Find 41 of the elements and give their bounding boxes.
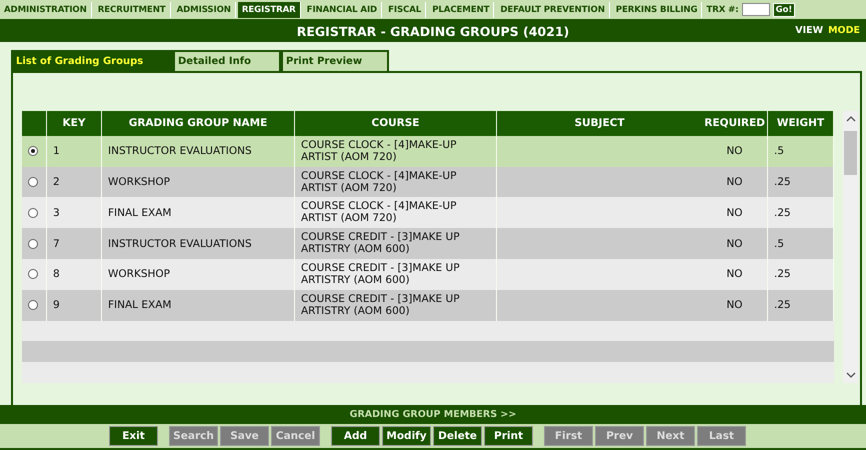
nav-tab[interactable]: ADMISSION: [172, 2, 236, 18]
scroll-up-icon[interactable]: [846, 116, 856, 122]
nav-tab[interactable]: ADMINISTRATION: [0, 2, 92, 18]
radio-button[interactable]: [28, 300, 38, 310]
trx-input[interactable]: [742, 3, 770, 16]
tab[interactable]: Print Preview: [281, 50, 389, 71]
nav-tab[interactable]: DEFAULT PREVENTION: [496, 2, 610, 18]
table-row[interactable]: 9 FINAL EXAM COURSE CREDIT - [3]MAKE UP ARTISTRY (AOM 600) NO .25: [22, 290, 834, 320]
table-row[interactable]: 7 INSTRUCTOR EVALUATIONS COURSE CREDIT - [3]MAKE UP ARTISTRY (AOM 600) NO .5: [22, 228, 834, 259]
action-button[interactable]: Delete: [433, 426, 482, 446]
scrollbar[interactable]: [843, 111, 858, 383]
table-row[interactable]: 1 INSTRUCTOR EVALUATIONS COURSE CLOCK - [4]MAKE-UP ARTIST (AOM 720) NO .5: [22, 136, 834, 167]
nav-tab[interactable]: FISCAL: [384, 2, 426, 18]
page-title: REGISTRAR - GRADING GROUPS (4021): [296, 24, 570, 38]
table-row[interactable]: 8 WORKSHOP COURSE CREDIT - [3]MAKE UP ARTISTRY (AOM 600) NO .25: [22, 258, 834, 290]
scroll-down-icon[interactable]: [846, 372, 856, 378]
radio-button[interactable]: [28, 238, 38, 249]
nav-tab[interactable]: REGISTRAR: [238, 2, 301, 18]
action-button[interactable]: Modify: [382, 426, 431, 446]
mode-label: MODE: [828, 25, 860, 36]
nav-tab[interactable]: RECRUITMENT: [94, 2, 171, 18]
action-button[interactable]: Exit: [109, 426, 158, 446]
radio-button[interactable]: [28, 208, 38, 218]
view-label: VIEW: [795, 25, 824, 36]
radio-button[interactable]: [28, 146, 38, 156]
radio-button[interactable]: [28, 269, 38, 280]
table-row[interactable]: 3 FINAL EXAM COURSE CLOCK - [4]MAKE-UP ARTIST (AOM 720) NO .25: [22, 197, 834, 228]
table-row[interactable]: 2 WORKSHOP COURSE CLOCK - [4]MAKE-UP ARTIST (AOM 720) NO .25: [22, 166, 834, 198]
members-link[interactable]: GRADING GROUP MEMBERS >>: [0, 405, 866, 424]
nav-tab[interactable]: PERKINS BILLING: [612, 2, 702, 18]
trx-label: TRX #:: [706, 4, 739, 14]
column-header: SUBJECT: [573, 116, 626, 132]
go-button[interactable]: Go!: [772, 2, 796, 16]
action-button[interactable]: Print: [484, 426, 533, 446]
scroll-thumb[interactable]: [844, 131, 857, 175]
nav-tab[interactable]: FINANCIAL AID: [302, 2, 382, 18]
tab[interactable]: List of Grading Groups: [11, 50, 173, 71]
radio-button[interactable]: [28, 176, 38, 187]
action-button[interactable]: Add: [331, 426, 380, 446]
nav-tab[interactable]: PLACEMENT: [428, 2, 494, 18]
tab[interactable]: Detailed Info: [173, 50, 281, 71]
